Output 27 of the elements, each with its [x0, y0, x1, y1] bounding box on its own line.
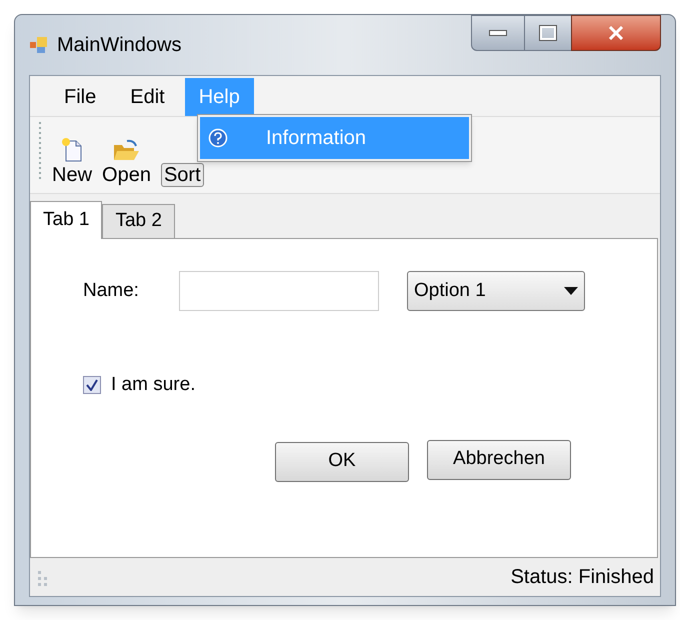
- checkbox[interactable]: [83, 376, 101, 394]
- dropdown-arrow-icon: [564, 287, 578, 295]
- new-document-icon: [60, 137, 84, 163]
- menu-item[interactable]: Edit: [116, 78, 179, 116]
- option-dropdown[interactable]: Option 1: [407, 271, 585, 311]
- folder-icon: [112, 139, 140, 163]
- window-title: MainWindows: [57, 33, 182, 58]
- dialog-button[interactable]: OK: [275, 442, 409, 482]
- status-text: Status: Finished: [510, 565, 654, 590]
- dialog-button[interactable]: Abbrechen: [427, 440, 571, 480]
- name-label: Name:: [83, 278, 140, 303]
- maximize-button[interactable]: [525, 15, 571, 51]
- tab[interactable]: Tab 2: [102, 204, 175, 238]
- minimize-button[interactable]: [471, 15, 525, 51]
- toolbar-grip-icon: [38, 122, 42, 182]
- toolbar-button[interactable]: New: [52, 137, 92, 187]
- close-icon: [608, 26, 624, 40]
- app-icon: [29, 35, 49, 55]
- toolbar-button[interactable]: Open: [102, 139, 151, 187]
- tab[interactable]: Tab 1: [30, 201, 102, 239]
- help-icon: [208, 128, 228, 148]
- name-field[interactable]: [179, 271, 379, 311]
- check-icon: [86, 379, 98, 392]
- checkbox-label: I am sure.: [111, 373, 196, 397]
- toolbar-button[interactable]: Sort: [160, 163, 204, 187]
- menu-item[interactable]: File: [50, 78, 110, 116]
- close-button[interactable]: [571, 15, 661, 51]
